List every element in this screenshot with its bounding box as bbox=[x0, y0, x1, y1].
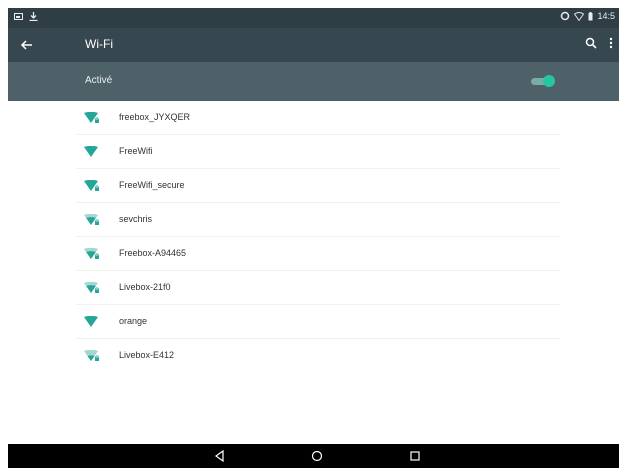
wifi-locked-icon bbox=[84, 350, 99, 361]
image-icon bbox=[14, 13, 23, 20]
status-right-icons: 14:5 bbox=[560, 11, 615, 21]
wifi-locked-icon bbox=[84, 180, 99, 191]
download-icon bbox=[29, 12, 38, 21]
status-left-icons bbox=[14, 12, 38, 21]
network-ssid: Livebox-E412 bbox=[119, 350, 175, 360]
search-icon[interactable] bbox=[585, 37, 597, 49]
wifi-open-icon bbox=[84, 146, 98, 157]
back-arrow-icon[interactable] bbox=[18, 36, 36, 54]
network-ssid: FreeWifi_secure bbox=[119, 180, 185, 190]
network-ssid: Livebox-21f0 bbox=[119, 282, 171, 292]
overflow-menu-icon[interactable] bbox=[609, 36, 613, 50]
home-circle-icon[interactable] bbox=[310, 449, 324, 463]
app-bar: Wi-Fi bbox=[8, 28, 619, 62]
wifi-locked-icon bbox=[84, 214, 99, 225]
network-row[interactable]: orange bbox=[76, 305, 560, 339]
wifi-locked-icon bbox=[84, 282, 99, 293]
network-row[interactable]: Livebox-21f0 bbox=[76, 271, 560, 305]
sync-icon bbox=[561, 11, 570, 21]
wifi-open-icon bbox=[84, 316, 98, 327]
network-row[interactable]: FreeWifi_secure bbox=[76, 169, 560, 203]
page-title: Wi-Fi bbox=[85, 37, 113, 51]
network-row[interactable]: freebox_JYXQER bbox=[76, 101, 560, 135]
wifi-locked-icon bbox=[84, 112, 99, 123]
clock: 14:5 bbox=[597, 11, 615, 21]
wifi-master-switch-bar[interactable]: Activé bbox=[8, 62, 619, 101]
network-ssid: freebox_JYXQER bbox=[119, 112, 191, 122]
network-row[interactable]: Livebox-E412 bbox=[76, 339, 560, 372]
toggle-thumb bbox=[543, 75, 555, 87]
network-list: freebox_JYXQER FreeWifi FreeWifi_secure … bbox=[76, 101, 560, 372]
recents-square-icon[interactable] bbox=[408, 449, 422, 463]
back-triangle-icon[interactable] bbox=[213, 449, 227, 463]
network-ssid: FreeWifi bbox=[119, 146, 153, 156]
wifi-status-icon bbox=[574, 11, 585, 21]
status-bar: 14:5 bbox=[8, 8, 619, 28]
wifi-locked-icon bbox=[84, 248, 99, 259]
network-ssid: orange bbox=[119, 316, 148, 326]
navigation-bar bbox=[8, 444, 619, 468]
network-row[interactable]: sevchris bbox=[76, 203, 560, 237]
wifi-toggle[interactable] bbox=[531, 75, 557, 87]
network-ssid: sevchris bbox=[119, 214, 153, 224]
network-row[interactable]: Freebox-A94465 bbox=[76, 237, 560, 271]
battery-icon bbox=[588, 11, 593, 20]
network-ssid: Freebox-A94465 bbox=[119, 248, 187, 258]
network-row[interactable]: FreeWifi bbox=[76, 135, 560, 169]
master-switch-label: Activé bbox=[85, 75, 113, 86]
